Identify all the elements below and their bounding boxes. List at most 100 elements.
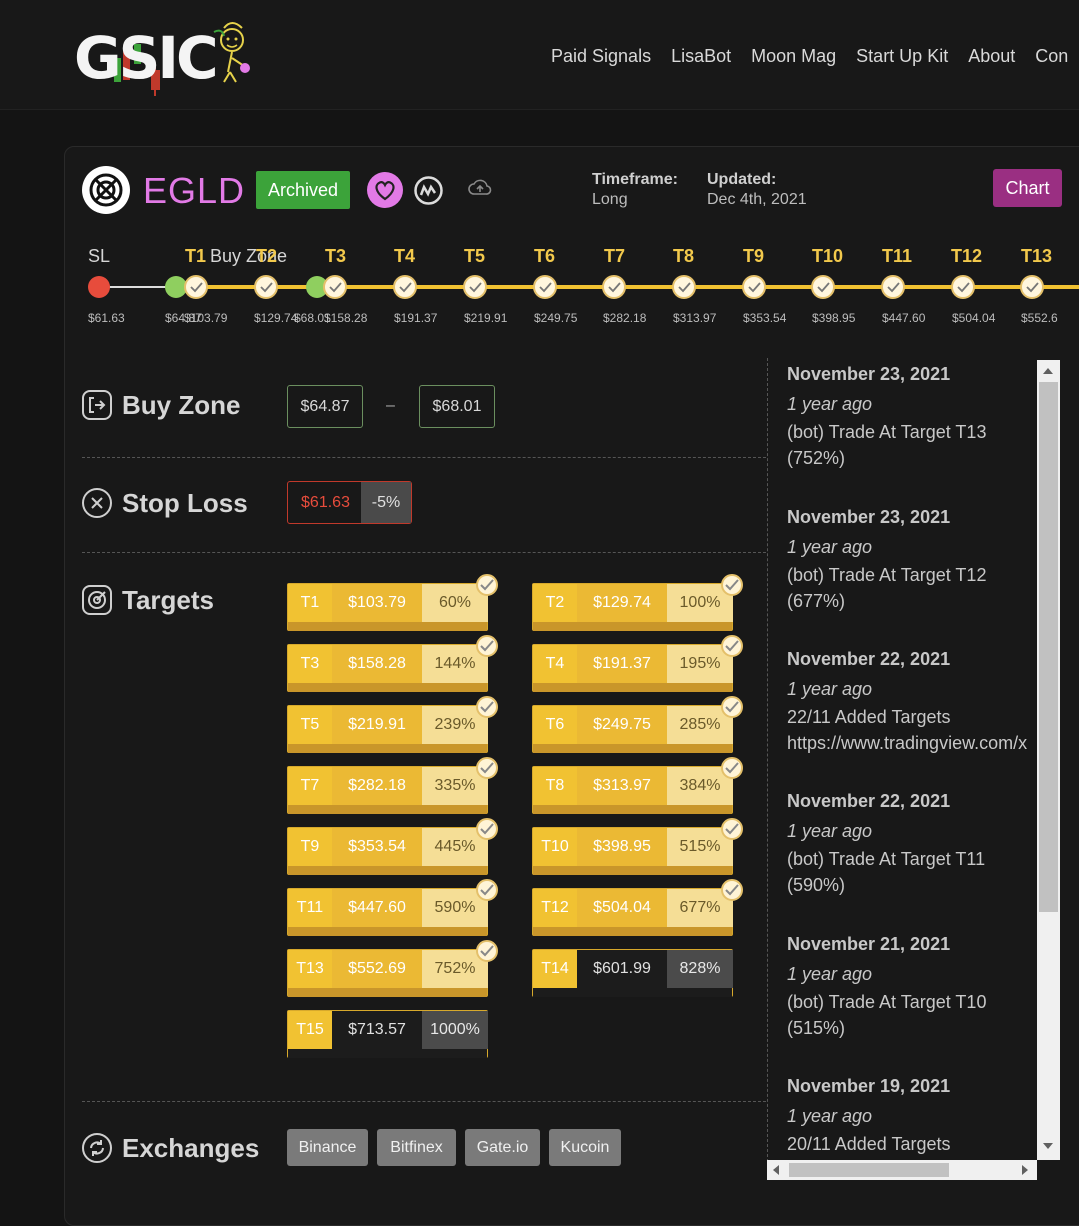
feed-date: November 22, 2021 [787, 649, 951, 669]
feed-item: November 22, 2021 1 year ago (bot) Trade… [787, 788, 1037, 898]
target-name: T14 [533, 950, 577, 988]
track-check-t10 [811, 275, 835, 299]
target-name: T12 [533, 889, 577, 927]
target-hit-check-icon [721, 757, 743, 779]
scroll-thumb[interactable] [1039, 382, 1058, 912]
track-price: $552.6 [1021, 311, 1058, 325]
feed-item: November 22, 2021 1 year ago 22/11 Added… [787, 646, 1037, 756]
feed-horizontal-scrollbar[interactable] [767, 1160, 1037, 1180]
track-label-t10: T10 [812, 246, 844, 266]
feed-ago: 1 year ago [787, 1106, 873, 1126]
target-hit-check-icon [721, 574, 743, 596]
feed-ago: 1 year ago [787, 679, 873, 699]
track-check-t5 [463, 275, 487, 299]
target-price: $504.04 [577, 889, 667, 927]
targets-icon [82, 585, 112, 615]
cloud-upload-icon[interactable] [468, 178, 492, 198]
track-check-t1 [184, 275, 208, 299]
track-price: $129.74 [254, 311, 298, 325]
updated-label: Updated: [707, 171, 777, 188]
target-tile-t10: T10 $398.95 515% [532, 818, 743, 875]
target-name: T13 [288, 950, 332, 988]
target-price: $447.60 [332, 889, 422, 927]
target-base [288, 988, 487, 997]
feed-item: November 21, 2021 1 year ago (bot) Trade… [787, 931, 1037, 1041]
target-base [288, 805, 487, 814]
exchange-binance[interactable]: Binance [287, 1129, 368, 1166]
nav-start-up-kit[interactable]: Start Up Kit [856, 46, 948, 67]
target-hit-check-icon [721, 696, 743, 718]
feed-item: November 19, 2021 1 year ago 20/11 Added… [787, 1073, 1037, 1157]
track-buy-low-dot [165, 276, 187, 298]
target-name: T7 [288, 767, 332, 805]
nav-contact[interactable]: Con [1035, 46, 1068, 67]
target-hit-check-icon [476, 696, 498, 718]
target-name: T6 [533, 706, 577, 744]
target-tile-t13: T13 $552.69 752% [287, 940, 498, 997]
target-base [288, 622, 487, 631]
exchange-bitfinex[interactable]: Bitfinex [377, 1129, 456, 1166]
track-label-t6: T6 [534, 246, 556, 266]
feed-text: 22/11 Added Targets https://www.tradingv… [787, 707, 1028, 753]
nav-paid-signals[interactable]: Paid Signals [551, 46, 651, 67]
target-hit-check-icon [476, 757, 498, 779]
activity-feed[interactable]: November 23, 2021 1 year ago (bot) Trade… [767, 358, 1037, 1162]
target-price: $129.74 [577, 584, 667, 622]
feed-date: November 23, 2021 [787, 507, 951, 527]
target-base [533, 988, 732, 997]
logo-text: GSIC [74, 24, 219, 92]
feed-vertical-scrollbar[interactable] [1037, 360, 1060, 1160]
scroll-right-arrow-icon[interactable] [1022, 1165, 1028, 1175]
track-label-sl: SL [88, 246, 111, 266]
track-check-t4 [393, 275, 417, 299]
exchange-gateio[interactable]: Gate.io [465, 1129, 540, 1166]
section-divider [82, 457, 766, 458]
target-price: $219.91 [332, 706, 422, 744]
scroll-thumb[interactable] [789, 1163, 949, 1177]
target-base [533, 622, 732, 631]
scroll-left-arrow-icon[interactable] [773, 1165, 779, 1175]
target-price: $552.69 [332, 950, 422, 988]
feed-text: (bot) Trade At Target T12 (677%) [787, 565, 987, 611]
target-base [288, 866, 487, 875]
gsic-logo[interactable]: GSIC [74, 18, 264, 98]
track-sl-dot [88, 276, 110, 298]
track-price: $447.60 [882, 311, 926, 325]
track-label-t7: T7 [604, 246, 626, 266]
track-price: $504.04 [952, 311, 996, 325]
feed-ago: 1 year ago [787, 964, 873, 984]
feed-date: November 19, 2021 [787, 1076, 951, 1096]
track-label-t11: T11 [882, 246, 913, 266]
section-divider [82, 552, 766, 553]
main-nav: Paid Signals LisaBot Moon Mag Start Up Kit A… [551, 46, 1079, 67]
target-base [288, 927, 487, 936]
track-check-t7 [602, 275, 626, 299]
favorite-heart-icon[interactable] [367, 172, 403, 208]
chart-button[interactable]: Chart [993, 169, 1062, 207]
top-navigation-bar: GSIC Paid Signals LisaBot Moon Mag Start Up… [0, 0, 1079, 110]
nav-moon-mag[interactable]: Moon Mag [751, 46, 836, 67]
scroll-down-arrow-icon[interactable] [1043, 1143, 1053, 1149]
target-percent: 828% [667, 950, 733, 988]
buy-zone-title: Buy Zone [122, 390, 241, 420]
nav-lisabot[interactable]: LisaBot [671, 46, 731, 67]
track-price: $191.37 [394, 311, 438, 325]
target-name: T8 [533, 767, 577, 805]
target-percent: 1000% [422, 1011, 488, 1049]
target-name: T10 [533, 828, 577, 866]
target-tile-t9: T9 $353.54 445% [287, 818, 498, 875]
stop-loss-icon [82, 488, 112, 518]
coin-name: EGLD [143, 170, 246, 211]
track-price: $61.63 [88, 311, 125, 325]
target-name: T5 [288, 706, 332, 744]
exchange-kucoin[interactable]: Kucoin [549, 1129, 621, 1166]
track-price: $158.28 [324, 311, 368, 325]
nav-about[interactable]: About [968, 46, 1015, 67]
target-tile-t3: T3 $158.28 144% [287, 635, 498, 692]
scroll-up-arrow-icon[interactable] [1043, 368, 1053, 374]
target-tile-t1: T1 $103.79 60% [287, 574, 498, 631]
target-name: T9 [288, 828, 332, 866]
coinmarketcap-icon[interactable] [413, 175, 444, 206]
feed-date: November 21, 2021 [787, 934, 951, 954]
buy-zone-high: $68.01 [419, 385, 495, 428]
